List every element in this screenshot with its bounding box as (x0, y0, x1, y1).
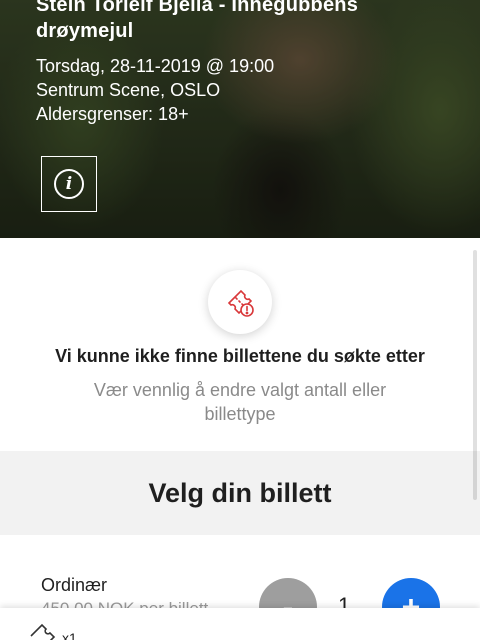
event-age-limit: Aldersgrenser: 18+ (36, 104, 189, 124)
no-tickets-subtitle: Vær vennlig å endre valgt antall eller b… (93, 380, 387, 424)
ticket-section-title: Velg din billett (148, 477, 332, 508)
cart-bar[interactable]: x1 (0, 608, 480, 640)
event-header: Stein Torleif Bjella - Innegubbens drøym… (36, 0, 460, 126)
event-datetime: Torsdag, 28-11-2019 @ 19:00 (36, 56, 275, 76)
event-venue: Sentrum Scene, OSLO (36, 80, 221, 100)
ticket-name: Ordinær (41, 575, 108, 595)
info-icon: i (54, 169, 84, 199)
ticket-icon (28, 622, 58, 640)
cart-count: x1 (62, 630, 77, 640)
no-tickets-message: Vi kunne ikke finne billettene du søkte … (0, 238, 480, 451)
event-details: Torsdag, 28-11-2019 @ 19:00 Sentrum Scen… (36, 54, 460, 126)
no-tickets-title: Vi kunne ikke finne billettene du søkte … (55, 346, 425, 366)
event-title: Stein Torleif Bjella - Innegubbens drøym… (36, 0, 359, 42)
ticket-warning-icon (208, 270, 272, 334)
ticket-section-header: Velg din billett (0, 451, 480, 535)
info-button[interactable]: i (41, 156, 97, 212)
scrollbar[interactable] (473, 250, 477, 500)
